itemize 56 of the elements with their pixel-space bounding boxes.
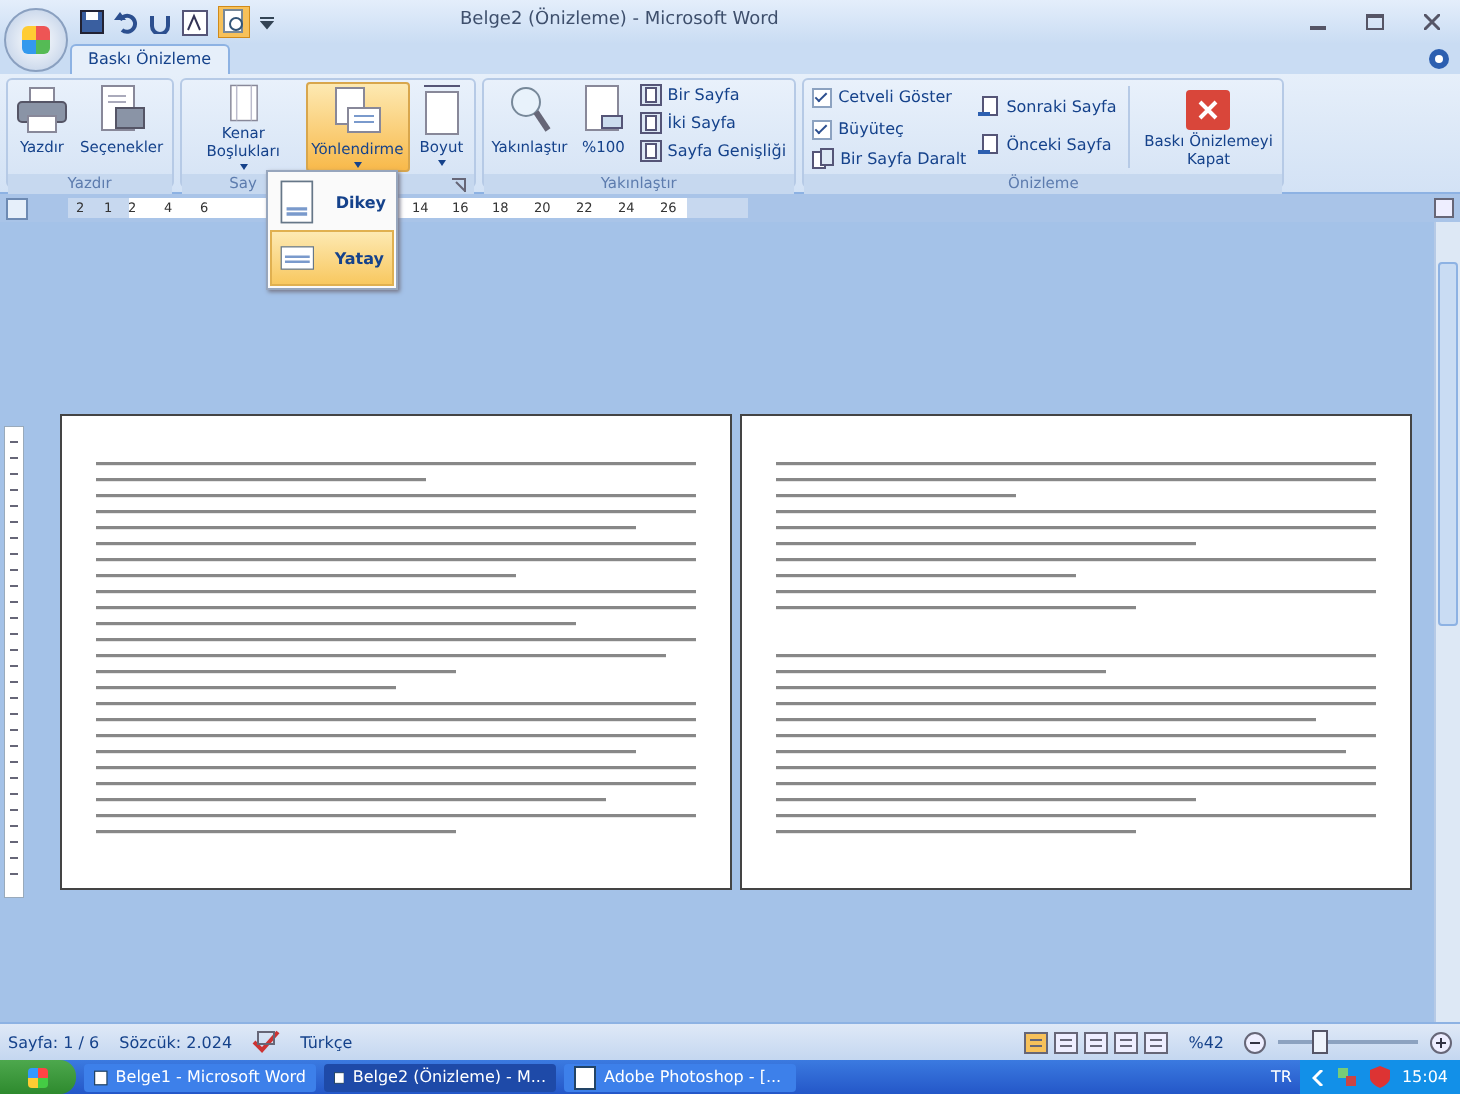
slider-thumb[interactable] — [1311, 1030, 1328, 1054]
chevron-icon[interactable] — [1311, 1069, 1324, 1085]
ribbon-button[interactable]: Bir Sayfa — [635, 82, 791, 108]
document-icon — [94, 1065, 108, 1089]
clock: 15:04 — [1401, 1068, 1448, 1086]
page-icon — [639, 84, 662, 106]
view-mode-icon[interactable] — [1084, 1031, 1109, 1053]
ribbon-button[interactable]: Bir Sayfa Daralt — [808, 146, 971, 172]
close-icon — [1186, 90, 1231, 130]
magnifier-icon — [505, 84, 554, 136]
taskbar-button[interactable]: Belge2 (Önizleme) - M... — [324, 1063, 556, 1091]
save-icon[interactable] — [80, 10, 104, 34]
view-mode-icon[interactable] — [1024, 1031, 1049, 1053]
zoom-in-icon[interactable] — [1430, 1031, 1452, 1053]
ruler-icon[interactable] — [1434, 198, 1454, 218]
page-icon — [639, 140, 662, 162]
dialog-launcher-icon[interactable] — [451, 177, 466, 191]
page-count[interactable]: Sayfa: 1 / 6 — [8, 1033, 100, 1051]
office-button[interactable] — [4, 8, 68, 72]
document-settings-icon — [95, 84, 148, 136]
taskbar-button[interactable]: Belge1 - Microsoft Word — [84, 1063, 316, 1091]
tab-selector[interactable] — [6, 197, 28, 219]
start-button[interactable] — [0, 1060, 76, 1094]
zoom-out-icon[interactable] — [1244, 1031, 1266, 1053]
vertical-scrollbar[interactable] — [1434, 222, 1460, 1022]
menu-item[interactable]: Yatay — [270, 230, 394, 286]
view-mode-icon[interactable] — [1114, 1031, 1139, 1053]
language-indicator[interactable]: Türkçe — [300, 1033, 353, 1051]
window-title: Belge2 (Önizleme) - Microsoft Word — [460, 10, 779, 30]
page-icon — [579, 84, 628, 136]
ribbon-button[interactable]: Sonraki Sayfa — [974, 94, 1121, 120]
zoom-level[interactable]: %42 — [1188, 1033, 1224, 1051]
view-mode-icon[interactable] — [1144, 1031, 1169, 1053]
taskbar-button[interactable]: Adobe Photoshop - [... — [564, 1063, 796, 1091]
checkbox[interactable]: Büyüteç — [808, 114, 971, 144]
ribbon-button[interactable]: Sayfa Genişliği — [635, 138, 791, 164]
close-icon[interactable] — [1424, 14, 1440, 30]
page-orientation-icon — [331, 86, 384, 138]
customize-icon[interactable] — [260, 14, 274, 30]
page-icon — [639, 112, 662, 134]
proofing-icon[interactable] — [252, 1030, 281, 1054]
ribbon-button[interactable]: Önceki Sayfa — [974, 132, 1121, 158]
language-indicator[interactable]: TR — [1270, 1068, 1292, 1086]
printer-icon — [16, 84, 68, 136]
ribbon-tab[interactable]: Baskı Önizleme — [70, 44, 230, 74]
word-count[interactable]: Sözcük: 2.024 — [119, 1033, 233, 1051]
undo-icon[interactable] — [114, 10, 138, 34]
view-mode-icon[interactable] — [1054, 1031, 1079, 1053]
checkbox[interactable]: Cetveli Göster — [808, 82, 971, 112]
maximize-icon[interactable] — [1366, 14, 1384, 30]
pages-icon — [812, 148, 835, 170]
document-icon — [574, 1065, 596, 1089]
caret-icon — [437, 160, 446, 166]
print-preview-icon[interactable] — [218, 6, 250, 38]
portrait-page-icon — [278, 176, 316, 228]
ribbon-button[interactable]: İki Sayfa — [635, 110, 791, 136]
